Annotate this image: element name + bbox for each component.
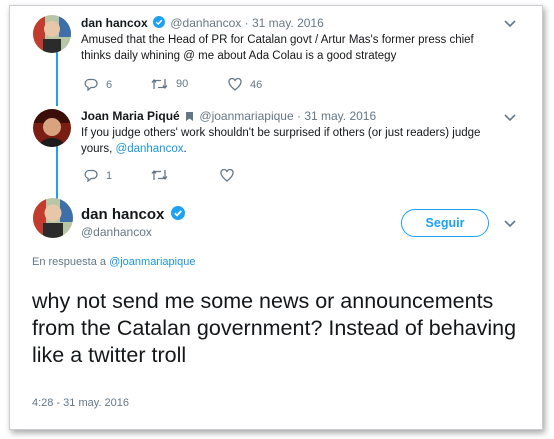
like-button[interactable] [220,169,242,182]
chevron-down-icon[interactable] [504,20,516,28]
like-icon [220,169,234,182]
reply-context: En respuesta a @joanmariapique [32,256,195,268]
retweet-button[interactable]: 90 [151,78,188,90]
tweet-text: Amused that the Head of PR for Catalan g… [81,34,474,62]
like-button[interactable]: 46 [228,78,262,91]
user-handle[interactable]: @danhancox [81,225,152,239]
retweet-count: 90 [176,78,189,90]
verified-icon [153,16,166,28]
chevron-down-icon[interactable] [504,114,516,122]
reply-prefix: En respuesta a [32,256,106,268]
verified-icon [170,206,185,220]
thread-line [56,138,58,200]
main-tweet-header: dan hancox [81,206,185,223]
user-name[interactable]: dan hancox [81,16,148,30]
avatar[interactable] [33,109,71,147]
retweet-button[interactable] [151,169,176,181]
tweet-timestamp[interactable]: 4:28 - 31 may. 2016 [32,397,129,409]
reply-button[interactable]: 6 [84,78,112,91]
retweet-icon [151,169,168,181]
user-handle[interactable]: @danhancox [170,16,241,30]
avatar[interactable] [33,198,73,238]
like-count: 46 [250,78,263,91]
user-name[interactable]: Joan Maria Piqué [81,109,180,123]
reply-button[interactable]: 1 [84,169,112,182]
retweet-icon [151,78,168,90]
reply-icon [84,78,98,91]
profile-badge-icon [186,112,194,121]
tweet-header: dan hancox @danhancox · 31 may. 2016 [81,16,324,30]
like-icon [228,78,242,91]
avatar[interactable] [33,15,71,53]
chevron-down-icon[interactable] [504,220,516,228]
tweet-text: If you judge others' work shouldn't be s… [81,125,501,157]
reply-count: 1 [106,169,113,182]
tweet-text-end: . [183,143,187,155]
thread-line [56,44,58,106]
tweet-header: Joan Maria Piqué @joanmariapique · 31 ma… [81,109,376,123]
tweet-date[interactable]: · 31 may. 2016 [245,16,324,30]
reply-count: 6 [106,78,113,91]
reply-icon [84,169,98,182]
user-handle[interactable]: @joanmariapique [199,109,293,123]
main-tweet-text: why not send me some news or announcemen… [32,289,517,367]
reply-to-link[interactable]: @joanmariapique [109,256,195,268]
user-name[interactable]: dan hancox [81,206,164,223]
tweet-thread-card: dan hancox @danhancox · 31 may. 2016 Amu… [9,5,543,430]
tweet-date[interactable]: · 31 may. 2016 [297,109,376,123]
mention-link[interactable]: @danhancox [116,143,184,155]
follow-button[interactable]: Seguir [401,209,489,237]
